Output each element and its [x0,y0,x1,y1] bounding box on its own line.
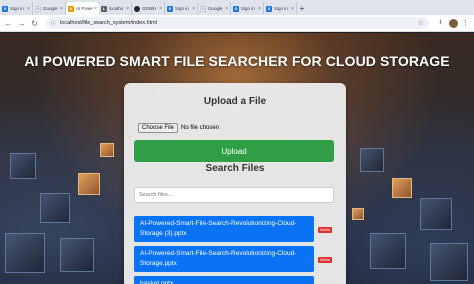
file-panel: Upload a File Choose File No file chosen… [124,83,346,284]
file-status: No file chosen [181,125,220,131]
address-url[interactable]: localhost/file_search_system/index.html [60,20,418,26]
file-result-link[interactable]: AI-Powered-Smart-File-Search-Revolutioni… [134,216,314,242]
tab-close-icon[interactable]: × [159,6,162,12]
browser-tab[interactable]: Llocalho × [99,2,132,15]
tab-title: Sign in [175,6,189,11]
background-cube [430,243,468,281]
background-cube [100,143,114,157]
tab-title: Sign in [274,6,288,11]
page-background: AI POWERED SMART FILE SEARCHER FOR CLOUD… [0,33,474,284]
address-bar[interactable]: ⓘ localhost/file_search_system/index.htm… [46,17,429,29]
browser-tab[interactable]: A AI Powe × [66,2,99,15]
upload-button[interactable]: Upload [134,140,334,162]
background-cube [370,233,406,269]
background-cube [352,208,364,220]
tab-list: S Sign in × G Google × A AI Powe × Llocalho × GDWH ×… [0,1,297,15]
browser-tab[interactable]: G Google × [198,2,231,15]
s-icon: S [266,5,272,12]
result-row: AI-Powered-Smart-File-Search-Revolutioni… [134,246,334,272]
background-cube [10,153,36,179]
tab-title: AI Powe [76,6,93,11]
s-icon: S [167,5,173,12]
search-input[interactable]: Search files... [134,187,334,203]
file-result-link[interactable]: basket.pptx [134,276,314,284]
tab-close-icon[interactable]: × [258,6,261,12]
delete-button[interactable]: Delete [318,227,333,233]
browser-toolbar: ← → ↻ ⓘ localhost/file_search_system/ind… [0,15,474,32]
browser-tab[interactable]: S Sign in × [264,2,297,15]
tab-close-icon[interactable]: × [225,6,228,12]
google-icon: G [200,5,206,12]
browser-menu-icon[interactable]: ⋮ [460,18,471,29]
github-icon [134,5,140,12]
download-icon[interactable]: ⭳ [435,18,446,29]
s-icon: S [2,5,8,12]
browser-tab[interactable]: S Sign in × [0,2,33,15]
tab-close-icon[interactable]: × [192,6,195,12]
forward-button[interactable]: → [16,18,27,29]
page-title: AI POWERED SMART FILE SEARCHER FOR CLOUD… [24,53,450,69]
tab-title: GDWH [142,6,157,11]
tab-title: Sign in [241,6,255,11]
back-button[interactable]: ← [3,18,14,29]
browser-tab[interactable]: S Sign in × [165,2,198,15]
s-icon: S [233,5,239,12]
browser-tab[interactable]: S Sign in × [231,2,264,15]
background-cube [5,233,45,273]
file-result-link[interactable]: AI-Powered-Smart-File-Search-Revolutioni… [134,246,314,272]
background-cube [60,238,94,272]
file-input[interactable]: Choose File No file chosen [138,123,219,133]
background-cube [392,178,412,198]
bookmark-star-icon[interactable]: ☆ [418,19,424,27]
browser-tab[interactable]: G Google × [33,2,66,15]
search-heading: Search Files [205,163,265,174]
ai-icon: A [68,5,74,12]
background-cube [40,193,70,223]
new-tab-button[interactable]: + [297,2,307,15]
results-list: AI-Powered-Smart-File-Search-Revolutioni… [134,216,334,284]
tab-close-icon[interactable]: × [126,6,129,12]
background-cube [78,173,100,195]
tab-close-icon[interactable]: × [94,6,97,12]
background-cube [420,198,452,230]
upload-heading: Upload a File [203,96,267,107]
tab-title: Sign in [10,6,24,11]
browser-tab-bar: S Sign in × G Google × A AI Powe × Llocalho × GDWH ×… [0,0,474,15]
localhost-icon: L [101,5,107,12]
result-row: AI-Powered-Smart-File-Search-Revolutioni… [134,216,334,242]
site-info-icon[interactable]: ⓘ [51,20,56,27]
tab-title: Google [208,6,223,11]
browser-tab[interactable]: GDWH × [132,2,165,15]
tab-close-icon[interactable]: × [291,6,294,12]
tab-title: Google [43,6,58,11]
tab-title: localho [109,6,124,11]
google-icon: G [35,5,41,12]
profile-avatar[interactable] [449,18,458,28]
tab-close-icon[interactable]: × [27,6,30,12]
reload-button[interactable]: ↻ [29,18,40,29]
result-row: basket.pptxDelete [134,276,334,284]
background-cube [360,148,384,172]
delete-button[interactable]: Delete [318,257,333,263]
choose-file-button[interactable]: Choose File [138,123,179,133]
tab-close-icon[interactable]: × [60,6,63,12]
